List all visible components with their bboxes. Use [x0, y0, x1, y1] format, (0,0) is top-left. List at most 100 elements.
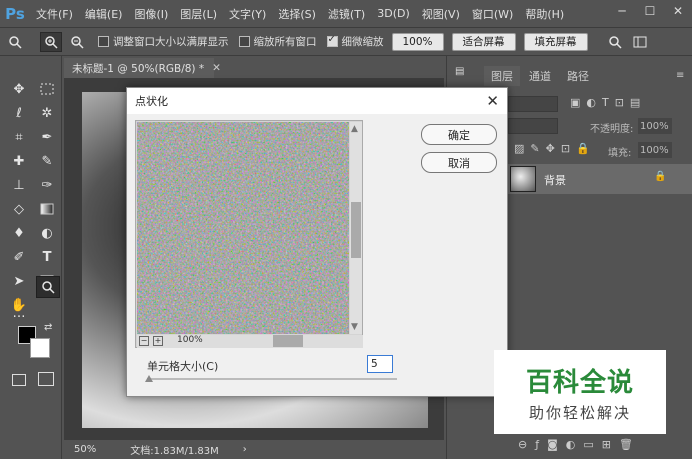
- screen-mode-icon[interactable]: [38, 372, 54, 386]
- zoom-all-label: 缩放所有窗口: [253, 36, 317, 48]
- search-icon[interactable]: [604, 32, 626, 52]
- status-expand-icon[interactable]: ›: [243, 444, 247, 455]
- magic-wand-icon[interactable]: ✲: [36, 102, 58, 124]
- eyedropper-icon[interactable]: ✒: [36, 126, 58, 148]
- menu-image[interactable]: 图像(I): [128, 6, 174, 22]
- fill-field[interactable]: 100%: [638, 142, 672, 158]
- preview-vertical-scrollbar[interactable]: ▲ ▼: [350, 122, 362, 334]
- dodge-tool-icon[interactable]: ◐: [36, 222, 58, 244]
- minimize-button[interactable]: ─: [608, 0, 636, 22]
- cancel-button[interactable]: 取消: [421, 152, 497, 173]
- preview-zoom-out-icon[interactable]: −: [139, 336, 149, 346]
- layer-filter-select[interactable]: [508, 96, 558, 112]
- lock-icons[interactable]: ▨✎✥⊡🔒: [514, 142, 596, 155]
- resize-window-checkbox[interactable]: [98, 36, 109, 47]
- layer-thumbnail: [510, 166, 536, 192]
- pen-tool-icon[interactable]: ✐: [8, 246, 30, 268]
- resize-window-option[interactable]: 调整窗口大小以满屏显示: [98, 34, 229, 49]
- scrubby-zoom-checkbox[interactable]: [326, 34, 338, 47]
- history-brush-icon[interactable]: ✑: [36, 174, 58, 196]
- photoshop-logo: Ps: [5, 4, 25, 23]
- background-color-swatch[interactable]: [30, 338, 50, 358]
- menu-type[interactable]: 文字(Y): [223, 6, 272, 22]
- swap-colors-icon[interactable]: ⇄: [44, 322, 52, 333]
- close-button[interactable]: ✕: [664, 0, 692, 22]
- workspace-icon[interactable]: [630, 32, 652, 52]
- menu-select[interactable]: 选择(S): [272, 6, 322, 22]
- gradient-tool-icon[interactable]: [36, 198, 58, 220]
- layer-row-background[interactable]: 背景 🔒: [506, 164, 692, 194]
- zoom-out-icon[interactable]: [66, 32, 88, 52]
- blur-tool-icon[interactable]: ♦: [8, 222, 30, 244]
- crop-tool-icon[interactable]: ⌗: [8, 126, 30, 148]
- menu-3d[interactable]: 3D(D): [371, 7, 416, 20]
- quick-mask-icon[interactable]: [12, 374, 26, 386]
- stamp-tool-icon[interactable]: ⊥: [8, 174, 30, 196]
- marquee-tool-icon[interactable]: [36, 78, 58, 100]
- opacity-label: 不透明度:: [590, 124, 634, 135]
- menu-edit[interactable]: 编辑(E): [79, 6, 129, 22]
- history-panel-icon[interactable]: ▤: [455, 66, 469, 80]
- scrubby-zoom-option[interactable]: 细微缩放: [326, 34, 384, 49]
- panel-menu-icon[interactable]: ≡: [676, 70, 684, 81]
- tools-panel: ✥ ℓ ✲ ⌗ ✒ ✚ ✎ ⊥ ✑ ◇ ♦ ◐ ✐ T ➤ ✋ … ⇄: [0, 56, 62, 459]
- scroll-thumb[interactable]: [351, 202, 361, 258]
- fill-screen-button[interactable]: 填充屏幕: [523, 32, 588, 51]
- zoom-in-icon[interactable]: [40, 31, 62, 52]
- scroll-up-icon[interactable]: ▲: [351, 124, 358, 134]
- layer-name: 背景: [544, 174, 566, 187]
- opacity-field[interactable]: 100%: [638, 118, 672, 134]
- zoom-all-checkbox[interactable]: [238, 36, 250, 47]
- watermark: 百科全说 助你轻松解决: [494, 350, 666, 434]
- document-tab-title: 未标题-1 @ 50%(RGB/8) *: [72, 62, 205, 75]
- zoom-tool-icon[interactable]: [4, 32, 26, 52]
- more-tools-icon[interactable]: …: [8, 302, 30, 324]
- status-bar: 50% 文档:1.83M/1.83M ›: [64, 440, 444, 459]
- type-tool-icon[interactable]: T: [36, 246, 58, 268]
- horizontal-scroll-thumb[interactable]: [273, 335, 303, 347]
- healing-brush-icon[interactable]: ✚: [8, 150, 30, 172]
- maximize-button[interactable]: ☐: [636, 0, 664, 22]
- zoom-all-option[interactable]: 缩放所有窗口: [238, 34, 317, 49]
- scroll-down-icon[interactable]: ▼: [351, 322, 358, 332]
- layer-footer-icons[interactable]: ⊖ƒ◙◐▭⊞🗑: [518, 438, 641, 451]
- menu-help[interactable]: 帮助(H): [519, 6, 570, 22]
- preview-zoom-in-icon[interactable]: +: [153, 336, 163, 346]
- zoom-level[interactable]: 50%: [74, 444, 96, 455]
- eraser-tool-icon[interactable]: ◇: [8, 198, 30, 220]
- preview-image[interactable]: [137, 122, 349, 334]
- menu-layer[interactable]: 图层(L): [174, 6, 223, 22]
- tab-layers[interactable]: 图层: [484, 66, 520, 86]
- menu-view[interactable]: 视图(V): [416, 6, 466, 22]
- menu-file[interactable]: 文件(F): [30, 6, 79, 22]
- cell-size-label: 单元格大小(C): [147, 360, 219, 373]
- zoom-100-button[interactable]: 100%: [391, 32, 444, 51]
- move-tool-icon[interactable]: ✥: [8, 78, 30, 100]
- fit-screen-button[interactable]: 适合屏幕: [451, 32, 516, 51]
- ok-button[interactable]: 确定: [421, 124, 497, 145]
- fill-label: 填充:: [608, 148, 632, 159]
- layer-filter-icons[interactable]: ▣◐T⊡▤: [570, 96, 646, 109]
- menu-filter[interactable]: 滤镜(T): [322, 6, 371, 22]
- document-tab-close-icon[interactable]: ✕: [212, 62, 221, 74]
- dialog-titlebar: 点状化 ✕: [127, 88, 507, 114]
- pointillize-dialog: 点状化 ✕ ▲ ▼ − + 100% 确定 取消 单元格大小(C): [126, 87, 508, 397]
- watermark-subtitle: 助你轻松解决: [528, 404, 631, 422]
- blend-mode-select[interactable]: [508, 118, 558, 134]
- document-tab[interactable]: 未标题-1 @ 50%(RGB/8) * ✕: [64, 58, 221, 78]
- cell-size-slider-track[interactable]: [147, 378, 397, 380]
- menu-window[interactable]: 窗口(W): [466, 6, 519, 22]
- resize-window-label: 调整窗口大小以满屏显示: [113, 36, 229, 48]
- cell-size-slider-thumb[interactable]: [145, 375, 153, 382]
- preview-zoom-value: 100%: [177, 335, 203, 345]
- tab-channels[interactable]: 通道: [522, 66, 558, 86]
- brush-tool-icon[interactable]: ✎: [36, 150, 58, 172]
- cell-size-input[interactable]: [367, 355, 393, 373]
- dialog-close-icon[interactable]: ✕: [486, 92, 499, 110]
- filter-preview[interactable]: ▲ ▼ − + 100%: [135, 120, 363, 348]
- lasso-tool-icon[interactable]: ℓ: [8, 102, 30, 124]
- path-selection-icon[interactable]: ➤: [8, 270, 30, 292]
- options-bar: 调整窗口大小以满屏显示 缩放所有窗口 细微缩放 100% 适合屏幕 填充屏幕: [0, 28, 692, 56]
- tab-paths[interactable]: 路径: [560, 66, 596, 86]
- zoom-tool-active-icon[interactable]: [36, 276, 60, 298]
